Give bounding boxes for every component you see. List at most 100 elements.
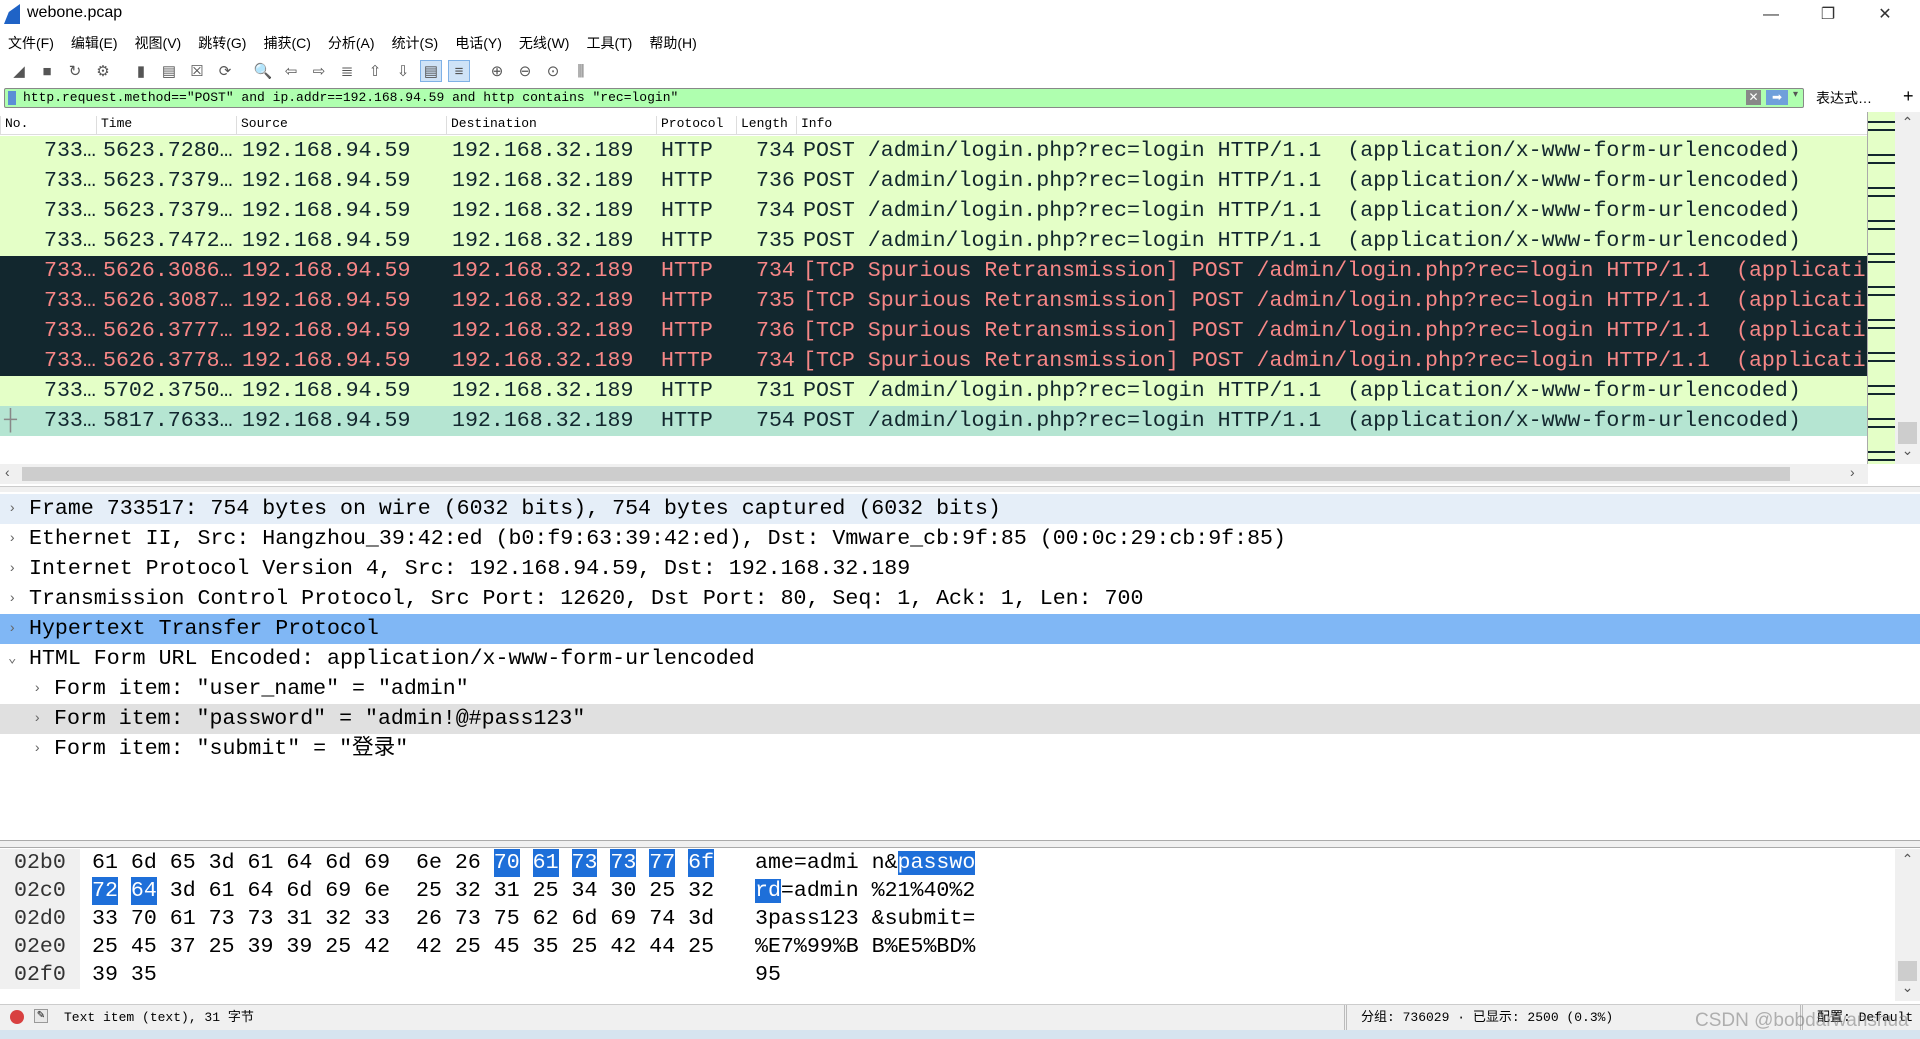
expert-info-icon[interactable] — [10, 1010, 24, 1024]
reload-icon[interactable]: ⟳ — [214, 60, 236, 82]
zoom-in-icon[interactable]: ⊕ — [486, 60, 508, 82]
menu-item[interactable]: 电话(Y) — [447, 31, 511, 53]
hex-byte[interactable]: 26 — [455, 849, 481, 877]
go-to-packet-icon[interactable]: ≣ — [336, 60, 358, 82]
hex-byte[interactable]: 73 — [209, 905, 235, 933]
capture-options-icon[interactable]: ⚙ — [92, 60, 114, 82]
start-capture-icon[interactable]: ◢ — [8, 60, 30, 82]
hex-byte[interactable]: 31 — [286, 905, 312, 933]
scroll-down-icon[interactable]: ⌄ — [1895, 442, 1920, 459]
hex-byte[interactable]: 6e — [364, 877, 390, 905]
hex-byte[interactable]: 39 — [248, 933, 274, 961]
ascii-text[interactable]: 95 — [755, 961, 781, 989]
zoom-reset-icon[interactable]: ⊙ — [542, 60, 564, 82]
add-filter-button[interactable]: + — [1903, 86, 1914, 107]
detail-row[interactable]: › Form item: "submit" = "登录" — [0, 734, 1920, 764]
hex-byte[interactable]: 74 — [649, 905, 675, 933]
pane-splitter[interactable] — [0, 840, 1920, 848]
hex-byte[interactable]: 39 — [92, 961, 118, 989]
hex-byte[interactable]: 73 — [248, 905, 274, 933]
hex-byte[interactable]: 70 — [493, 849, 520, 877]
hex-byte[interactable]: 45 — [494, 933, 520, 961]
hex-byte[interactable]: 44 — [649, 933, 675, 961]
hex-byte[interactable]: 35 — [533, 933, 559, 961]
find-packet-icon[interactable]: 🔍 — [252, 60, 274, 82]
expression-button[interactable]: 表达式… — [1816, 88, 1872, 108]
detail-row[interactable]: › Hypertext Transfer Protocol — [0, 614, 1920, 644]
hex-byte[interactable]: 34 — [572, 877, 598, 905]
packet-row[interactable]: 733… 5626.3086… 192.168.94.59 192.168.32.18… — [0, 256, 1868, 286]
hex-byte[interactable]: 25 — [649, 877, 675, 905]
hex-byte[interactable]: 32 — [455, 877, 481, 905]
hex-byte[interactable]: 25 — [325, 933, 351, 961]
restore-button[interactable]: ❐ — [1805, 2, 1851, 28]
scroll-down-icon[interactable]: ⌄ — [1895, 979, 1920, 996]
packet-row[interactable]: 733… 5623.7472… 192.168.94.59 192.168.32.18… — [0, 226, 1868, 256]
detail-row[interactable]: ⌄ HTML Form URL Encoded: application/x-ww… — [0, 644, 1920, 674]
hex-byte[interactable]: 33 — [364, 905, 390, 933]
menu-item[interactable]: 分析(A) — [320, 31, 384, 53]
capture-comment-icon[interactable]: ✎ — [34, 1009, 48, 1023]
detail-row[interactable]: › Ethernet II, Src: Hangzhou_39:42:ed (b0… — [0, 524, 1920, 554]
stop-capture-icon[interactable]: ■ — [36, 60, 58, 82]
hex-byte[interactable]: 3d — [170, 877, 196, 905]
scroll-up-icon[interactable]: ⌃ — [1895, 851, 1920, 868]
menu-item[interactable]: 统计(S) — [384, 31, 448, 53]
packet-row[interactable]: 733… 5623.7379… 192.168.94.59 192.168.32.18… — [0, 196, 1868, 226]
menu-item[interactable]: 工具(T) — [578, 31, 641, 53]
hex-byte[interactable]: 6f — [688, 849, 715, 877]
packet-row[interactable]: 733… 5623.7379… 192.168.94.59 192.168.32.18… — [0, 166, 1868, 196]
bookmark-icon[interactable] — [8, 91, 16, 105]
hex-byte[interactable]: 69 — [610, 905, 636, 933]
close-file-icon[interactable]: ☒ — [186, 60, 208, 82]
packet-row[interactable]: 733… 5817.7633… 192.168.94.59 192.168.32.18… — [0, 406, 1868, 436]
hex-byte[interactable]: 64 — [248, 877, 274, 905]
resize-columns-icon[interactable]: ⫼ — [570, 60, 592, 82]
save-file-icon[interactable]: ▤ — [158, 60, 180, 82]
packet-list-scrollbar[interactable]: ⌃ ⌄ — [1895, 112, 1920, 464]
hex-byte[interactable]: 35 — [131, 961, 157, 989]
hex-byte[interactable]: 6e — [416, 849, 442, 877]
hex-byte[interactable]: 32 — [325, 905, 351, 933]
packet-row[interactable]: 733… 5626.3777… 192.168.94.59 192.168.32.18… — [0, 316, 1868, 346]
clear-filter-icon[interactable]: ✕ — [1746, 90, 1761, 105]
ascii-text[interactable]: ame=admi n&passwo — [755, 849, 976, 877]
hex-byte[interactable]: 61 — [532, 849, 559, 877]
hex-byte[interactable]: 33 — [92, 905, 118, 933]
scroll-right-icon[interactable]: › — [1850, 464, 1855, 480]
hex-byte[interactable]: 6d — [325, 849, 351, 877]
hex-byte[interactable]: 25 — [416, 877, 442, 905]
hex-byte[interactable]: 69 — [364, 849, 390, 877]
hex-byte[interactable]: 25 — [572, 933, 598, 961]
hex-byte[interactable]: 26 — [416, 905, 442, 933]
hex-byte[interactable]: 25 — [688, 933, 714, 961]
hex-byte[interactable]: 6d — [131, 849, 157, 877]
menu-item[interactable]: 捕获(C) — [255, 31, 319, 53]
hex-byte[interactable]: 39 — [286, 933, 312, 961]
hex-byte[interactable]: 45 — [131, 933, 157, 961]
chevron-right-icon[interactable]: › — [8, 584, 16, 614]
chevron-down-icon[interactable]: ⌄ — [8, 644, 16, 674]
detail-row[interactable]: › Transmission Control Protocol, Src Port… — [0, 584, 1920, 614]
hex-byte[interactable]: 70 — [131, 905, 157, 933]
packet-minimap[interactable] — [1867, 112, 1895, 464]
chevron-right-icon[interactable]: › — [8, 524, 16, 554]
pane-splitter[interactable] — [0, 486, 1920, 492]
menu-item[interactable]: 编辑(E) — [63, 31, 127, 53]
hex-byte[interactable]: 73 — [571, 849, 598, 877]
restart-capture-icon[interactable]: ↻ — [64, 60, 86, 82]
hex-byte[interactable]: 69 — [325, 877, 351, 905]
packet-row[interactable]: 733… 5702.3750… 192.168.94.59 192.168.32.18… — [0, 376, 1868, 406]
last-packet-icon[interactable]: ⇩ — [392, 60, 414, 82]
apply-filter-icon[interactable]: ➡ — [1766, 90, 1788, 105]
hex-byte[interactable]: 65 — [170, 849, 196, 877]
detail-row[interactable]: › Internet Protocol Version 4, Src: 192.1… — [0, 554, 1920, 584]
chevron-right-icon[interactable]: › — [8, 614, 16, 644]
hex-byte[interactable]: 61 — [92, 849, 118, 877]
menu-item[interactable]: 无线(W) — [511, 31, 579, 53]
menu-item[interactable]: 视图(V) — [127, 31, 191, 53]
menu-item[interactable]: 帮助(H) — [641, 31, 705, 53]
go-forward-icon[interactable]: ⇨ — [308, 60, 330, 82]
hex-byte[interactable]: 61 — [170, 905, 196, 933]
open-file-icon[interactable]: ▮ — [130, 60, 152, 82]
